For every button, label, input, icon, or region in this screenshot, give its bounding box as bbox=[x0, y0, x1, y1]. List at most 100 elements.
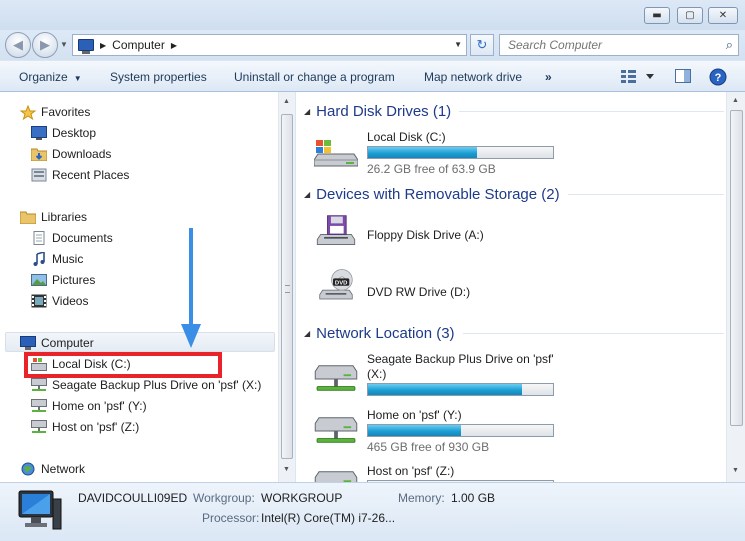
uninstall-program-button[interactable]: Uninstall or change a program bbox=[234, 70, 395, 84]
nav-pictures[interactable]: Pictures bbox=[31, 273, 95, 287]
drive-name: Home on 'psf' (Y:) bbox=[367, 408, 462, 422]
collapse-icon[interactable]: ◢ bbox=[304, 190, 310, 199]
close-button[interactable]: ✕ bbox=[708, 7, 738, 24]
group-header-removable[interactable]: ◢ Devices with Removable Storage (2) bbox=[304, 186, 724, 203]
maximize-icon: ▢ bbox=[685, 10, 695, 21]
usage-bar-fill bbox=[368, 425, 461, 436]
maximize-button[interactable]: ▢ bbox=[677, 7, 703, 24]
nav-recent-places[interactable]: Recent Places bbox=[31, 168, 129, 182]
nav-music-label: Music bbox=[52, 252, 84, 266]
processor-label: Processor: bbox=[202, 511, 260, 525]
drive-letter: (X:) bbox=[367, 367, 387, 381]
documents-icon bbox=[31, 231, 47, 245]
collapse-icon[interactable]: ◢ bbox=[304, 107, 310, 116]
help-icon[interactable]: ? bbox=[709, 68, 727, 89]
breadcrumb-separator-icon[interactable]: ▶ bbox=[100, 41, 106, 50]
drive-free-space: 26.2 GB free of 63.9 GB bbox=[367, 162, 496, 176]
nav-home-label: Home on 'psf' (Y:) bbox=[52, 399, 147, 413]
content-scrollbar[interactable]: ▲ ▼ bbox=[726, 92, 745, 482]
chevron-down-icon: ▼ bbox=[73, 74, 82, 83]
nav-network[interactable]: Network bbox=[20, 462, 85, 476]
floppy-drive-icon bbox=[316, 215, 356, 246]
drive-dvd[interactable]: DVD DVD RW Drive (D:) bbox=[314, 268, 574, 316]
nav-home-drive[interactable]: Home on 'psf' (Y:) bbox=[31, 399, 147, 413]
nav-seagate-drive[interactable]: Seagate Backup Plus Drive on 'psf' (X:) bbox=[31, 378, 261, 392]
network-icon bbox=[20, 462, 36, 476]
group-header-hard-disks[interactable]: ◢ Hard Disk Drives (1) bbox=[304, 103, 724, 120]
scroll-up-icon[interactable]: ▲ bbox=[283, 98, 290, 105]
nav-music[interactable]: Music bbox=[31, 250, 84, 266]
nav-pictures-label: Pictures bbox=[52, 273, 96, 287]
network-drive-icon bbox=[314, 417, 358, 443]
forward-button[interactable]: ▶ bbox=[32, 32, 58, 58]
collapse-icon[interactable]: ◢ bbox=[304, 329, 310, 338]
nav-videos[interactable]: Videos bbox=[31, 294, 88, 308]
nav-documents[interactable]: Documents bbox=[31, 231, 113, 245]
address-dropdown-icon[interactable]: ▼ bbox=[454, 40, 462, 49]
network-drive-icon bbox=[314, 471, 358, 482]
back-button[interactable]: ◀ bbox=[5, 32, 31, 58]
search-box[interactable]: ⌕ bbox=[499, 34, 739, 56]
workgroup-label: Workgroup: bbox=[193, 491, 255, 505]
svg-text:?: ? bbox=[715, 72, 722, 84]
back-arrow-icon: ◀ bbox=[13, 37, 23, 52]
preview-pane-icon[interactable] bbox=[675, 69, 691, 86]
minimize-icon: ▬ bbox=[652, 10, 662, 21]
desktop-icon bbox=[31, 126, 47, 140]
memory-value: 1.00 GB bbox=[451, 491, 496, 505]
drive-name: Floppy Disk Drive (A:) bbox=[367, 228, 484, 242]
computer-icon bbox=[18, 490, 62, 530]
group-divider bbox=[459, 111, 724, 112]
star-icon bbox=[19, 104, 37, 121]
drive-host[interactable]: Host on 'psf' (Z:) bbox=[314, 462, 574, 482]
nav-downloads[interactable]: Downloads bbox=[30, 147, 112, 162]
nav-scrollbar[interactable]: ▲ ▼ bbox=[278, 92, 295, 482]
computer-icon bbox=[78, 39, 94, 54]
drive-floppy[interactable]: Floppy Disk Drive (A:) bbox=[314, 212, 574, 260]
dvd-badge-text: DVD bbox=[335, 280, 348, 286]
highlight-box bbox=[24, 352, 222, 378]
more-commands-button[interactable]: » bbox=[545, 70, 552, 84]
breadcrumb-separator-icon[interactable]: ▶ bbox=[171, 41, 177, 50]
organize-menu[interactable]: Organize ▼ bbox=[19, 70, 82, 84]
minimize-button[interactable]: ▬ bbox=[644, 7, 670, 24]
usage-bar bbox=[367, 424, 554, 437]
group-header-network[interactable]: ◢ Network Location (3) bbox=[304, 325, 724, 342]
nav-desktop[interactable]: Desktop bbox=[31, 126, 96, 140]
search-icon[interactable]: ⌕ bbox=[726, 37, 733, 53]
nav-downloads-label: Downloads bbox=[52, 147, 112, 161]
nav-favorites[interactable]: Favorites bbox=[19, 104, 91, 121]
drive-seagate[interactable]: Seagate Backup Plus Drive on 'psf' (X:) bbox=[314, 350, 574, 402]
map-network-drive-button[interactable]: Map network drive bbox=[424, 70, 522, 84]
nav-libraries[interactable]: Libraries bbox=[19, 210, 88, 225]
drive-name: DVD RW Drive (D:) bbox=[367, 285, 471, 299]
refresh-button[interactable]: ↻ bbox=[470, 34, 494, 56]
scroll-up-icon[interactable]: ▲ bbox=[732, 97, 739, 104]
scroll-down-icon[interactable]: ▼ bbox=[732, 467, 739, 474]
nav-scroll-thumb[interactable] bbox=[281, 114, 293, 459]
dvd-drive-icon: DVD bbox=[319, 269, 353, 300]
address-bar[interactable]: ▶ Computer ▶ ▼ bbox=[72, 34, 467, 56]
view-options-icon[interactable] bbox=[620, 69, 660, 86]
drive-name: Local Disk (C:) bbox=[367, 130, 446, 144]
nav-favorites-label: Favorites bbox=[41, 105, 91, 119]
drive-home[interactable]: Home on 'psf' (Y:) 465 GB free of 930 GB bbox=[314, 406, 574, 456]
group-title: Hard Disk Drives (1) bbox=[316, 103, 452, 120]
group-divider bbox=[462, 333, 724, 334]
drive-name: Host on 'psf' (Z:) bbox=[367, 464, 455, 478]
content-scroll-thumb[interactable] bbox=[730, 110, 743, 426]
drive-local-disk[interactable]: Local Disk (C:) 26.2 GB free of 63.9 GB bbox=[314, 128, 574, 176]
local-disk-icon bbox=[314, 140, 358, 167]
search-input[interactable] bbox=[500, 35, 710, 55]
recent-pages-dropdown[interactable]: ▼ bbox=[60, 40, 68, 49]
breadcrumb-computer[interactable]: Computer bbox=[112, 38, 165, 52]
nav-computer[interactable]: Computer bbox=[20, 336, 94, 350]
network-drive-icon bbox=[314, 365, 358, 391]
scroll-down-icon[interactable]: ▼ bbox=[283, 466, 290, 473]
system-properties-button[interactable]: System properties bbox=[110, 70, 207, 84]
recent-places-icon bbox=[31, 168, 47, 182]
nav-desktop-label: Desktop bbox=[52, 126, 97, 140]
downloads-folder-icon bbox=[30, 147, 48, 162]
nav-host-drive[interactable]: Host on 'psf' (Z:) bbox=[31, 420, 139, 434]
nav-libraries-label: Libraries bbox=[41, 210, 88, 224]
